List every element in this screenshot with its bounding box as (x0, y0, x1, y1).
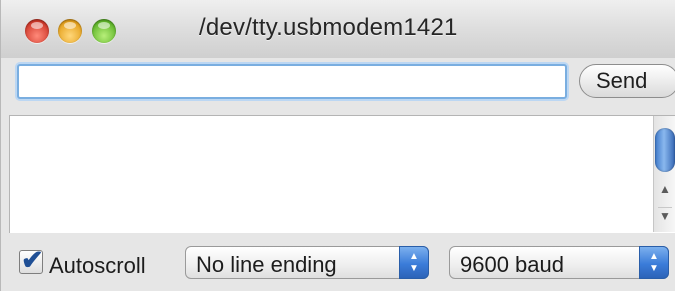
chevron-down-icon: ▼ (649, 263, 659, 274)
scrollbar-thumb[interactable] (655, 128, 675, 172)
autoscroll-checkbox[interactable]: ✔ (19, 245, 44, 275)
serial-input[interactable] (17, 64, 567, 99)
window-title: /dev/tty.usbmodem1421 (199, 14, 458, 41)
input-row: Send (1, 58, 675, 113)
send-button[interactable]: Send (579, 64, 675, 98)
vertical-scrollbar[interactable]: ▲ ▼ (653, 116, 675, 232)
baud-rate-select[interactable]: 9600 baud ▲ ▼ (449, 246, 669, 279)
chevron-up-icon: ▲ (409, 251, 419, 262)
serial-output[interactable]: ▲ ▼ (9, 115, 675, 233)
chevron-updown-icon: ▲ ▼ (399, 246, 429, 279)
serial-monitor-window: /dev/tty.usbmodem1421 Send ▲ ▼ ✔ Autoscr… (0, 0, 675, 291)
title-bar: /dev/tty.usbmodem1421 (1, 0, 675, 59)
chevron-up-icon: ▲ (649, 251, 659, 262)
chevron-down-icon: ▼ (409, 263, 419, 274)
autoscroll-label[interactable]: Autoscroll (49, 253, 146, 279)
line-ending-select[interactable]: No line ending ▲ ▼ (185, 246, 429, 279)
baud-rate-value: 9600 baud (460, 252, 564, 277)
scroll-down-icon[interactable]: ▼ (658, 207, 672, 224)
bottom-bar: ✔ Autoscroll No line ending ▲ ▼ 9600 bau… (1, 233, 675, 291)
zoom-button[interactable] (92, 19, 116, 43)
minimize-button[interactable] (58, 19, 82, 43)
close-button[interactable] (25, 19, 49, 43)
line-ending-value: No line ending (196, 252, 337, 277)
scroll-up-icon[interactable]: ▲ (658, 181, 672, 197)
check-icon: ✔ (21, 245, 44, 275)
chevron-updown-icon: ▲ ▼ (639, 246, 669, 279)
